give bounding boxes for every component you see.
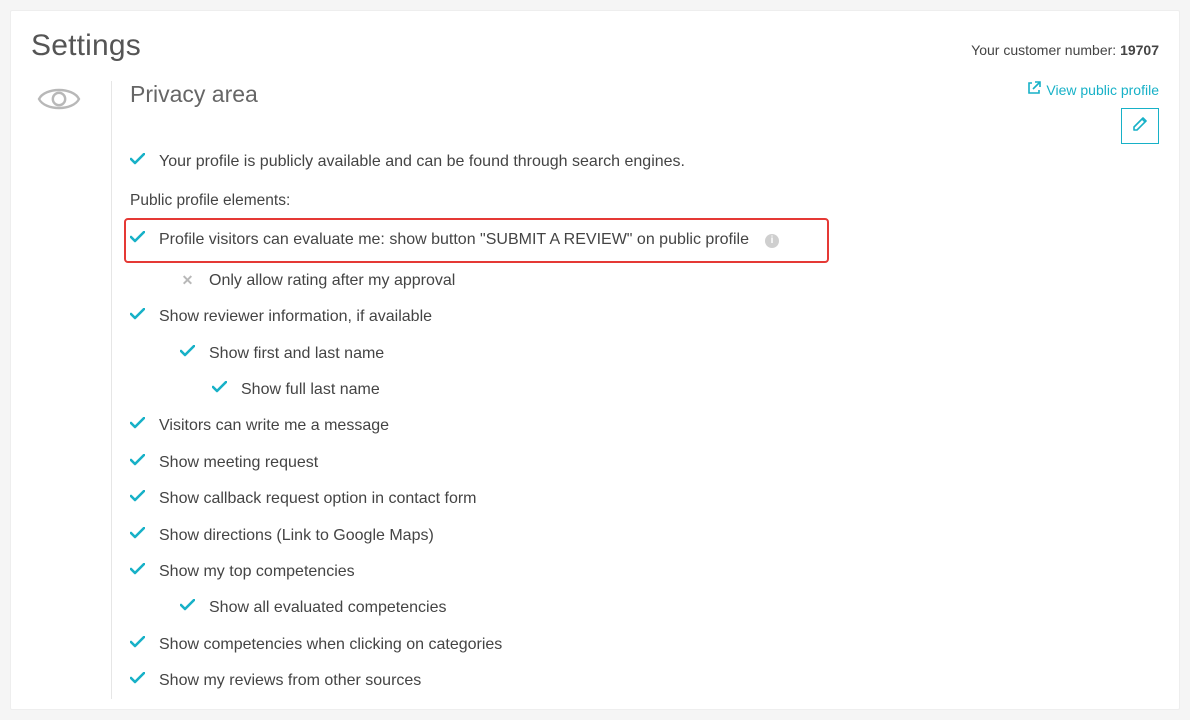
check-icon [130,488,145,510]
check-icon [130,634,145,656]
check-icon [130,229,145,251]
row-reviewer-info-text: Show reviewer information, if available [159,306,432,328]
row-full-last-text: Show full last name [241,379,380,401]
highlight-box: Profile visitors can evaluate me: show b… [124,218,829,262]
row-other-reviews: Show my reviews from other sources [130,663,1159,699]
row-approval: ✕ Only allow rating after my approval [130,263,1159,299]
row-reviewer-info: Show reviewer information, if available [130,299,1159,335]
check-icon [130,670,145,692]
row-profile-public: Your profile is publicly available and c… [130,144,1159,180]
row-message-text: Visitors can write me a message [159,415,389,437]
row-approval-text: Only allow rating after my approval [209,270,455,292]
row-meeting-text: Show meeting request [159,452,318,474]
row-all-evaluated: Show all evaluated competencies [130,590,1159,626]
view-public-profile-label: View public profile [1046,82,1159,98]
info-icon[interactable]: i [765,234,779,248]
pencil-icon [1131,115,1149,137]
view-public-profile-link[interactable]: View public profile [1027,81,1159,98]
section-title: Privacy area [130,81,258,108]
row-profile-public-text: Your profile is publicly available and c… [159,151,685,173]
check-icon [130,306,145,328]
customer-number-label: Your customer number: [971,42,1120,58]
check-icon [130,415,145,437]
row-message: Visitors can write me a message [130,408,1159,444]
row-first-last: Show first and last name [130,336,1159,372]
row-directions-text: Show directions (Link to Google Maps) [159,525,434,547]
check-icon [180,343,195,365]
row-other-reviews-text: Show my reviews from other sources [159,670,421,692]
row-directions: Show directions (Link to Google Maps) [130,518,1159,554]
customer-number-value: 19707 [1120,42,1159,58]
row-category-competencies-text: Show competencies when clicking on categ… [159,634,502,656]
eye-icon [37,100,81,117]
row-meeting: Show meeting request [130,445,1159,481]
row-top-competencies-text: Show my top competencies [159,561,355,583]
row-category-competencies: Show competencies when clicking on categ… [130,627,1159,663]
row-all-evaluated-text: Show all evaluated competencies [209,597,446,619]
check-icon [212,379,227,401]
external-link-icon [1027,81,1041,98]
edit-button[interactable] [1121,108,1159,144]
customer-number: Your customer number: 19707 [971,42,1159,58]
row-callback-text: Show callback request option in contact … [159,488,477,510]
row-top-competencies: Show my top competencies [130,554,1159,590]
row-first-last-text: Show first and last name [209,343,384,365]
check-icon [130,525,145,547]
row-full-last: Show full last name [130,372,1159,408]
row-evaluate-text: Profile visitors can evaluate me: show b… [159,229,749,251]
check-icon [130,561,145,583]
public-elements-label: Public profile elements: [130,192,1159,210]
row-callback: Show callback request option in contact … [130,481,1159,517]
check-icon [180,597,195,619]
check-icon [130,151,145,173]
check-icon [130,452,145,474]
x-icon: ✕ [180,271,195,291]
page-title: Settings [31,29,141,63]
row-evaluate: Profile visitors can evaluate me: show b… [130,225,821,255]
